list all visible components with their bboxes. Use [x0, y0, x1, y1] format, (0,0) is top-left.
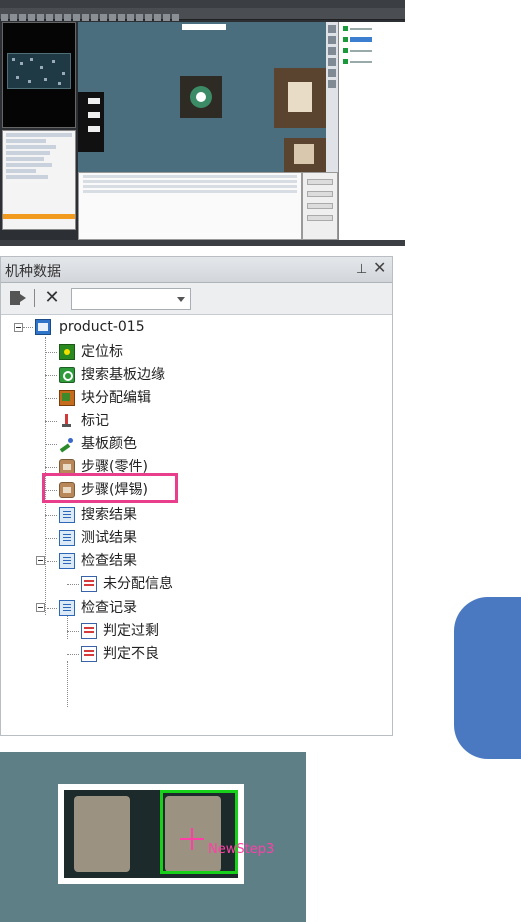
inspection-window	[160, 790, 238, 874]
toolbar-separator	[34, 289, 35, 307]
tree-item-label: 未分配信息	[103, 576, 173, 592]
search-edge-icon	[59, 367, 75, 383]
tree-item-label: 搜索基板边缘	[81, 367, 165, 383]
list-icon	[81, 623, 97, 639]
inspection-zoom-image: NewStep3	[0, 752, 306, 922]
inspection-log-expander[interactable]	[36, 603, 45, 612]
solder-pad-left	[74, 796, 130, 872]
viewer-caption	[182, 24, 226, 30]
filter-combo[interactable]	[71, 288, 191, 310]
close-icon[interactable]: ✕	[373, 260, 386, 276]
tree-item-label: 搜索结果	[81, 507, 137, 523]
action-buttons	[302, 172, 338, 240]
tree-item-label: 检查记录	[81, 600, 137, 616]
doc-icon	[59, 530, 75, 546]
mark-icon	[59, 413, 75, 429]
inspection-results-expander[interactable]	[36, 556, 45, 565]
main-toolbar	[0, 8, 405, 21]
model-tree: product-015 定位标 搜索基板边缘 块分配编辑 标记 基板颜色 步骤(…	[1, 315, 392, 735]
tree-item-label: 测试结果	[81, 530, 137, 546]
doc-icon	[59, 553, 75, 569]
menu-bar	[0, 0, 405, 8]
delete-icon[interactable]: ✕	[43, 289, 61, 307]
board-color-icon	[59, 436, 75, 452]
right-tree-panel	[338, 22, 405, 240]
step-label: NewStep3	[208, 842, 275, 857]
block-assign-icon	[59, 390, 75, 406]
tree-item-label: 定位标	[81, 344, 123, 360]
tree-item-label: 标记	[81, 413, 109, 429]
image-viewer	[78, 22, 326, 172]
chevron-down-icon[interactable]	[177, 297, 185, 302]
board-thumbnail	[2, 22, 76, 128]
panel-titlebar: 机种数据 ⊥ ✕	[1, 257, 392, 283]
tree-item-label: 基板颜色	[81, 436, 137, 452]
tree-root-label: product-015	[59, 319, 145, 335]
viewer-tool-strip	[326, 22, 338, 172]
list-icon	[81, 576, 97, 592]
app-screenshot	[0, 0, 405, 246]
export-icon[interactable]	[9, 289, 27, 307]
panel-toolbar: ✕	[1, 283, 392, 315]
left-tree-panel	[2, 130, 76, 230]
product-icon	[35, 319, 51, 335]
tree-item-label: 检查结果	[81, 553, 137, 569]
panel-title: 机种数据	[5, 264, 61, 280]
doc-icon	[59, 600, 75, 616]
tree-item-label: 块分配编辑	[81, 390, 151, 406]
tree-item-label: 判定不良	[103, 646, 159, 662]
side-tab	[454, 597, 521, 759]
results-table	[78, 172, 302, 240]
crosshair-vertical	[191, 828, 193, 850]
locator-icon	[59, 344, 75, 360]
tree-item-label: 判定过剩	[103, 623, 159, 639]
list-icon	[81, 646, 97, 662]
solder-step-highlight	[42, 473, 178, 503]
status-bar	[0, 240, 405, 246]
doc-icon	[59, 507, 75, 523]
root-expander[interactable]	[14, 323, 23, 332]
pin-icon[interactable]: ⊥	[356, 262, 367, 277]
